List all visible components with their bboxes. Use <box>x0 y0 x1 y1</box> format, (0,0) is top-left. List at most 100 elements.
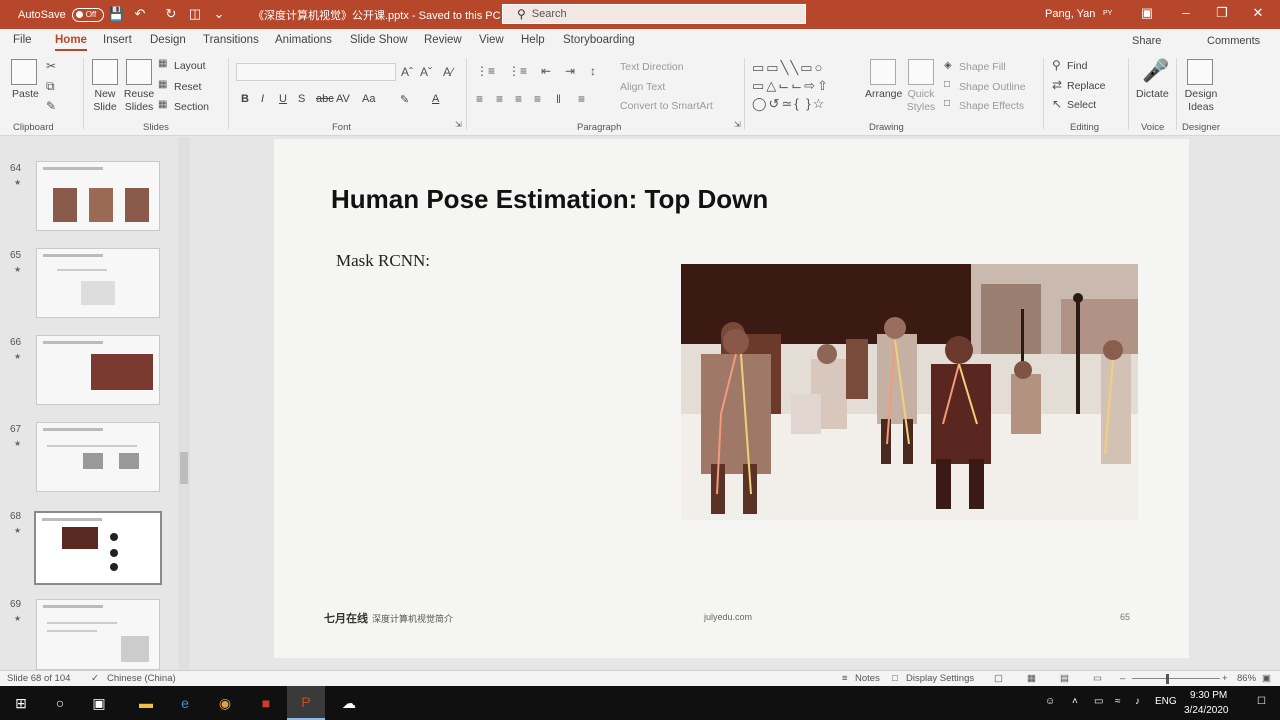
italic-icon[interactable]: I <box>261 93 264 105</box>
cut-icon[interactable]: ✂ <box>46 59 56 73</box>
section-button[interactable]: Section <box>174 101 209 113</box>
numbering-icon[interactable]: ⋮≡ <box>508 64 527 78</box>
paragraph-dialog-launcher-icon[interactable]: ⇲ <box>734 120 741 129</box>
display-settings-button[interactable]: Display Settings <box>906 673 974 684</box>
layout-button[interactable]: Layout <box>174 60 206 72</box>
slide-thumbnail-selected[interactable] <box>34 511 162 585</box>
shape-outline-button[interactable]: Shape Outline <box>959 81 1026 93</box>
reuse-slides-icon[interactable] <box>126 59 152 85</box>
slide-title[interactable]: Human Pose Estimation: Top Down <box>331 184 768 215</box>
tray-chevron-icon[interactable]: ˄ <box>1072 696 1078 707</box>
tab-insert[interactable]: Insert <box>103 34 132 46</box>
scrollbar-handle[interactable] <box>180 452 188 484</box>
spellcheck-icon[interactable]: ✓ <box>91 673 99 684</box>
slideshow-view-icon[interactable]: ▭ <box>1093 673 1102 684</box>
comments-button[interactable]: Comments <box>1207 35 1260 47</box>
thumbnail-scrollbar[interactable] <box>178 137 190 670</box>
file-explorer-icon[interactable]: ▬ <box>127 686 165 720</box>
decrease-font-icon[interactable]: Aˇ <box>420 65 432 79</box>
notifications-icon[interactable]: ☐ <box>1257 696 1266 707</box>
document-title[interactable]: 《深度计算机视觉》公开课.pptx - Saved to this PC <box>253 7 501 23</box>
find-button[interactable]: Find <box>1067 60 1087 72</box>
change-case-icon[interactable]: Aa <box>362 93 375 105</box>
paste-button[interactable]: Paste <box>12 88 39 100</box>
zoom-slider-thumb[interactable] <box>1166 674 1169 684</box>
slide-canvas[interactable]: Human Pose Estimation: Top Down Mask RCN… <box>274 139 1189 658</box>
edge-browser-icon[interactable]: e <box>166 686 204 720</box>
wifi-icon[interactable]: ≈ <box>1115 696 1121 707</box>
columns-icon[interactable]: ‖ <box>556 92 561 106</box>
slide-thumbnail[interactable] <box>36 599 160 670</box>
tab-slide-show[interactable]: Slide Show <box>350 34 408 46</box>
tab-storyboarding[interactable]: Storyboarding <box>563 34 635 46</box>
tab-view[interactable]: View <box>479 34 504 46</box>
powerpoint-taskbar-icon[interactable]: P <box>287 686 325 720</box>
slide-thumbnail[interactable] <box>36 248 160 318</box>
design-ideas-button[interactable]: Design Ideas <box>1184 88 1218 114</box>
shadow-icon[interactable]: S <box>298 93 305 105</box>
increase-indent-icon[interactable]: ⇥ <box>565 64 575 78</box>
pose-estimation-photo[interactable] <box>681 264 1138 520</box>
underline-icon[interactable]: U <box>279 93 287 105</box>
network-icon[interactable]: ▭ <box>1094 696 1103 707</box>
chrome-browser-icon[interactable]: ◉ <box>206 686 244 720</box>
font-dialog-launcher-icon[interactable]: ⇲ <box>455 120 462 129</box>
tab-home[interactable]: Home <box>55 34 87 51</box>
tab-review[interactable]: Review <box>424 34 462 46</box>
font-color-icon[interactable]: A <box>432 93 439 105</box>
slide-body-text[interactable]: Mask RCNN: <box>336 251 430 271</box>
reuse-slides-button[interactable]: Reuse Slides <box>123 88 155 114</box>
replace-button[interactable]: Replace <box>1067 80 1106 92</box>
tab-file[interactable]: File <box>13 34 32 46</box>
new-slide-button[interactable]: New Slide <box>90 88 120 114</box>
align-left-icon[interactable]: ≡ <box>476 92 483 106</box>
highlight-icon[interactable]: ✎ <box>400 93 409 106</box>
bold-icon[interactable]: B <box>241 93 249 105</box>
line-spacing-icon[interactable]: ↕ <box>590 64 596 78</box>
increase-font-icon[interactable]: Aˆ <box>401 65 413 79</box>
windows-start-icon[interactable]: ⊞ <box>2 686 40 720</box>
slide-thumbnail[interactable] <box>36 161 160 231</box>
save-icon[interactable]: 💾 <box>108 6 124 22</box>
maximize-icon[interactable]: ❐ <box>1212 5 1232 21</box>
arrange-icon[interactable] <box>870 59 896 85</box>
font-name-input[interactable] <box>236 63 396 81</box>
close-icon[interactable]: ✕ <box>1248 5 1268 21</box>
zoom-out-icon[interactable]: – <box>1120 673 1125 684</box>
notes-button[interactable]: Notes <box>855 673 880 684</box>
office-app-icon[interactable]: ■ <box>247 686 285 720</box>
copy-icon[interactable]: ⧉ <box>46 79 55 94</box>
shape-fill-button[interactable]: Shape Fill <box>959 61 1006 73</box>
tab-help[interactable]: Help <box>521 34 545 46</box>
tab-animations[interactable]: Animations <box>275 34 332 46</box>
align-right-icon[interactable]: ≡ <box>515 92 522 106</box>
share-button[interactable]: Share <box>1132 35 1161 47</box>
align-text-button[interactable]: Align Text <box>620 81 665 93</box>
bullets-icon[interactable]: ⋮≡ <box>476 64 495 78</box>
quick-styles-button[interactable]: Quick Styles <box>904 88 938 114</box>
start-slideshow-icon[interactable]: ◫ <box>187 6 203 22</box>
format-painter-icon[interactable]: ✎ <box>46 99 56 113</box>
tab-transitions[interactable]: Transitions <box>203 34 259 46</box>
language-status[interactable]: Chinese (China) <box>107 673 176 684</box>
autosave-toggle[interactable]: Off <box>71 7 104 22</box>
clear-formatting-icon[interactable]: A∕ <box>443 65 453 79</box>
input-language[interactable]: ENG <box>1155 696 1177 707</box>
slide-count[interactable]: Slide 68 of 104 <box>7 673 70 684</box>
cortana-search-icon[interactable]: ○ <box>41 686 79 720</box>
redo-icon[interactable]: ↻ <box>163 6 179 22</box>
decrease-indent-icon[interactable]: ⇤ <box>541 64 551 78</box>
shapes-gallery[interactable]: ▭▭╲╲▭○ ▭△⌙⌙⇨⇧ ◯↺≃{ }☆ <box>752 59 856 115</box>
slide-thumbnail[interactable] <box>36 335 160 405</box>
zoom-level[interactable]: 86% <box>1237 673 1256 684</box>
clock-date[interactable]: 3/24/2020 <box>1184 705 1229 716</box>
clock-time[interactable]: 9:30 PM <box>1190 690 1227 701</box>
select-button[interactable]: Select <box>1067 99 1096 111</box>
paste-icon[interactable] <box>11 59 37 85</box>
reading-view-icon[interactable]: ▤ <box>1060 673 1069 684</box>
zoom-in-icon[interactable]: + <box>1222 673 1228 684</box>
strikethrough-icon[interactable]: abc <box>316 93 334 105</box>
new-slide-icon[interactable] <box>92 59 118 85</box>
user-name[interactable]: Pang, Yan <box>1045 8 1095 20</box>
screen-capture-icon[interactable]: ☁ <box>330 686 368 720</box>
